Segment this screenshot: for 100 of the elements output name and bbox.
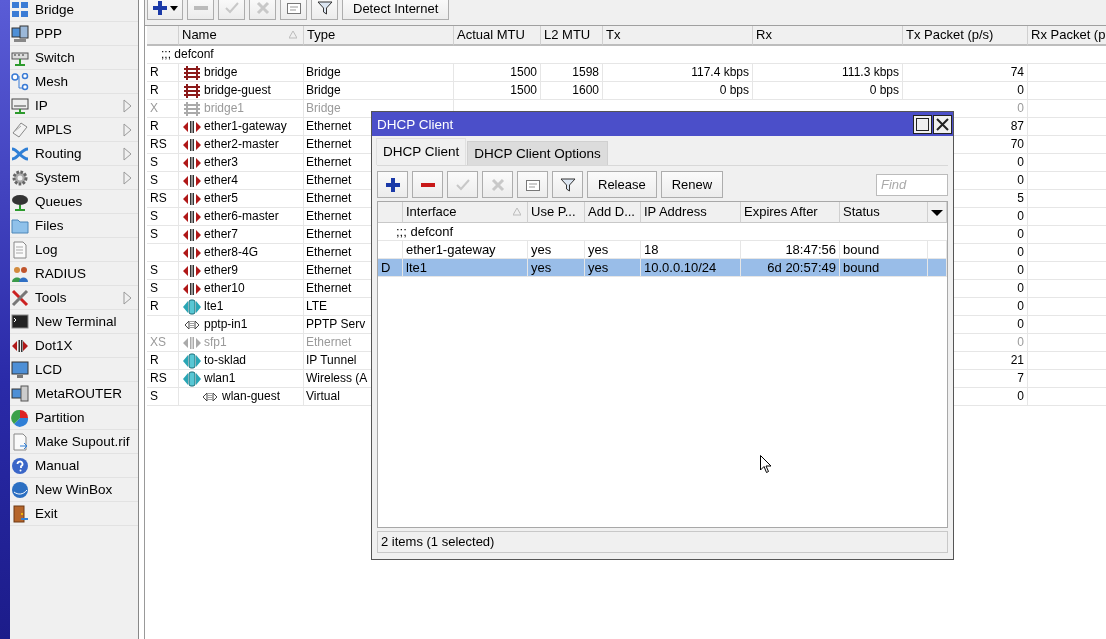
interface-name[interactable]: lte1 <box>179 298 304 316</box>
column-header[interactable]: Tx Packet (p/s) <box>903 26 1028 46</box>
close-icon <box>936 117 949 131</box>
column-header[interactable]: Expires After <box>741 202 840 223</box>
table-cell <box>928 259 947 277</box>
interface-name[interactable]: wlan-guest <box>179 388 304 406</box>
interface-name[interactable]: ether3 <box>179 154 304 172</box>
interface-name[interactable]: ether6-master <box>179 208 304 226</box>
column-header[interactable]: L2 MTU <box>541 26 603 46</box>
add-button[interactable] <box>377 171 408 198</box>
sidebar-item[interactable]: LCD <box>10 358 138 382</box>
filter-button[interactable] <box>552 171 583 198</box>
arrows-icon <box>182 244 202 261</box>
sidebar-item[interactable]: PPP <box>10 22 138 46</box>
flags-text: S <box>147 208 179 226</box>
cross-icon <box>489 176 506 193</box>
flags-text: S <box>147 226 179 244</box>
interface-name[interactable]: pptp-in1 <box>179 316 304 334</box>
tab[interactable]: DHCP Client Options <box>467 141 608 165</box>
column-header[interactable]: Actual MTU <box>454 26 541 46</box>
maximize-button[interactable] <box>913 114 932 134</box>
action-button[interactable]: Renew <box>660 171 724 198</box>
table-cell <box>147 316 179 334</box>
minus-icon <box>420 182 435 187</box>
table-cell: 0 <box>903 82 1028 100</box>
sidebar-item[interactable]: System <box>10 166 138 190</box>
arrows-icon <box>182 154 202 171</box>
detect-internet-button[interactable]: Detect Internet <box>342 0 450 20</box>
cursor-icon <box>760 455 772 474</box>
type-text: Bridge <box>304 64 454 82</box>
globe-icon <box>11 480 29 499</box>
interface-name[interactable]: ether8-4G <box>179 244 304 262</box>
interface-name[interactable]: bridge <box>179 64 304 82</box>
sidebar-item[interactable]: Mesh <box>10 70 138 94</box>
sidebar-item[interactable]: New WinBox <box>10 478 138 502</box>
table-cell: 117.4 kbps <box>603 64 753 82</box>
submenu-arrow-icon <box>123 147 132 161</box>
column-header[interactable]: Use P... <box>528 202 585 223</box>
column-header[interactable]: Rx Packet (p <box>1028 26 1106 46</box>
sidebar-item[interactable]: New Terminal <box>10 310 138 334</box>
comment-row: ;;; defconf <box>378 223 947 241</box>
stack-icon <box>11 192 29 211</box>
action-button[interactable]: Release <box>587 171 657 198</box>
column-header[interactable]: Name <box>179 26 304 46</box>
submenu-arrow-icon <box>123 123 132 137</box>
add-button[interactable] <box>147 0 183 20</box>
filter-button[interactable] <box>311 0 338 20</box>
flags-text: S <box>147 280 179 298</box>
interface-name[interactable]: ether2-master <box>179 136 304 154</box>
sidebar-item[interactable]: Tools <box>10 286 138 310</box>
column-header[interactable]: Tx <box>603 26 753 46</box>
tab[interactable]: DHCP Client <box>376 138 467 165</box>
table-cell: bound <box>840 259 928 277</box>
flags-text: R <box>147 64 179 82</box>
remove-button[interactable] <box>412 171 443 198</box>
column-header[interactable]: Rx <box>753 26 903 46</box>
interface-name[interactable]: to-sklad <box>179 352 304 370</box>
interface-name[interactable]: ether10 <box>179 280 304 298</box>
interface-name[interactable]: ether5 <box>179 190 304 208</box>
sidebar-item[interactable]: Exit <box>10 502 138 526</box>
sidebar-item[interactable]: Queues <box>10 190 138 214</box>
columns-menu-button[interactable] <box>928 202 947 223</box>
sidebar-item[interactable]: Partition <box>10 406 138 430</box>
sidebar-item[interactable]: Switch <box>10 46 138 70</box>
table-cell: 6d 20:57:49 <box>741 259 840 277</box>
flags-text: D <box>378 259 403 277</box>
column-header[interactable]: Interface <box>403 202 528 223</box>
table-cell: yes <box>585 259 641 277</box>
column-header[interactable]: Type <box>304 26 454 46</box>
flags-text: S <box>147 388 179 406</box>
column-header[interactable]: Add D... <box>585 202 641 223</box>
interface-name[interactable]: bridge-guest <box>179 82 304 100</box>
interface-name[interactable]: wlan1 <box>179 370 304 388</box>
flags-text: S <box>147 172 179 190</box>
comment-button[interactable] <box>280 0 307 20</box>
find-field[interactable]: Find <box>876 173 948 196</box>
sidebar-item[interactable]: Bridge <box>10 0 138 22</box>
sidebar-item[interactable]: Routing <box>10 142 138 166</box>
sidebar-item[interactable]: Manual <box>10 454 138 478</box>
column-header[interactable]: IP Address <box>641 202 741 223</box>
dropdown-arrow-icon <box>931 210 943 216</box>
flags-text: R <box>147 298 179 316</box>
sidebar-item[interactable]: Files <box>10 214 138 238</box>
interface-name[interactable]: ether4 <box>179 172 304 190</box>
sidebar-item[interactable]: IP <box>10 94 138 118</box>
close-button[interactable] <box>933 114 952 134</box>
sidebar-item[interactable]: Dot1X <box>10 334 138 358</box>
comment-button[interactable] <box>517 171 548 198</box>
interface-name[interactable]: ether9 <box>179 262 304 280</box>
comment-row: ;;; defconf <box>147 46 1106 64</box>
interface-name[interactable]: ether1-gateway <box>179 118 304 136</box>
arrows-icon <box>182 136 202 153</box>
interface-name[interactable]: ether7 <box>179 226 304 244</box>
sidebar-item[interactable]: Log <box>10 238 138 262</box>
sidebar-item[interactable]: MetaROUTER <box>10 382 138 406</box>
sidebar-item[interactable]: RADIUS <box>10 262 138 286</box>
bridge-icon <box>182 64 202 81</box>
column-header[interactable]: Status <box>840 202 928 223</box>
sidebar-item[interactable]: MPLS <box>10 118 138 142</box>
sidebar-item[interactable]: Make Supout.rif <box>10 430 138 454</box>
